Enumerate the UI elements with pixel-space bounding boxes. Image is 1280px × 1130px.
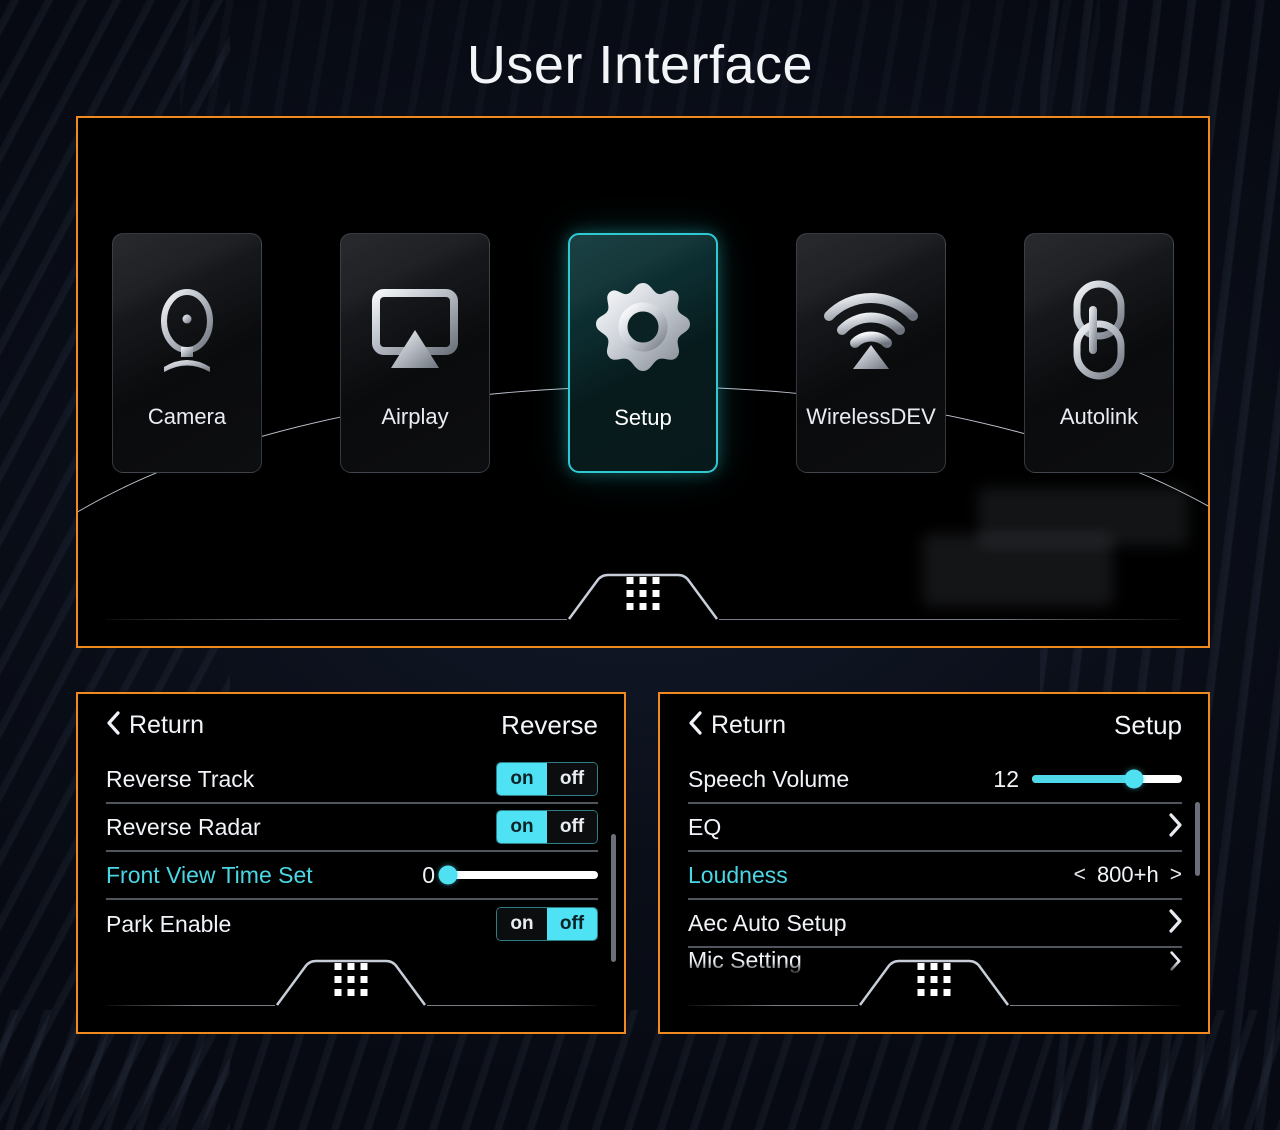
setting-label: Park Enable — [106, 910, 232, 937]
reverse-header: Return Reverse — [78, 694, 624, 756]
setting-row-front-view-time-set[interactable]: Front View Time Set 0 — [106, 852, 598, 900]
toggle-off-segment[interactable]: off — [547, 811, 597, 843]
toggle-park-enable[interactable]: on off — [496, 907, 598, 941]
chevron-right-icon[interactable] — [1168, 812, 1182, 842]
app-tile-label: WirelessDEV — [806, 404, 936, 429]
camera-icon — [150, 278, 224, 382]
chevron-left-icon — [106, 710, 120, 740]
home-dock — [78, 572, 1208, 646]
slider-value: 12 — [993, 765, 1019, 792]
setup-header: Return Setup — [660, 694, 1208, 756]
toggle-off-segment[interactable]: off — [547, 908, 597, 940]
setting-label: Front View Time Set — [106, 861, 313, 888]
stepper-value: 800+h — [1096, 862, 1159, 887]
setting-control: 0 — [409, 862, 598, 889]
slider-knob[interactable] — [1124, 769, 1144, 789]
setup-rows: Speech Volume 12 EQ Loudness < 800+h > A… — [660, 756, 1208, 978]
app-tile-wirelessdev[interactable]: WirelessDEV — [796, 233, 946, 473]
toggle-on-segment[interactable]: on — [497, 908, 547, 940]
setting-label: Aec Auto Setup — [688, 909, 847, 936]
screen-title: Setup — [1114, 709, 1182, 740]
app-tile-camera[interactable]: Camera — [112, 233, 262, 473]
slider-fill — [1032, 775, 1134, 783]
return-button[interactable]: Return — [106, 711, 204, 740]
app-tile-label: Camera — [147, 404, 227, 429]
reverse-rows: Reverse Track on off Reverse Radar on of… — [78, 756, 624, 948]
app-tile-label: Setup — [614, 405, 672, 430]
page-title: User Interface — [466, 35, 814, 95]
stepper-loudness[interactable]: < 800+h > — [1074, 862, 1182, 888]
setting-control: 12 — [993, 766, 1182, 793]
scrollbar-thumb[interactable] — [611, 834, 616, 962]
setting-label: EQ — [688, 813, 722, 840]
setting-row-eq[interactable]: EQ — [688, 804, 1182, 852]
setup-dock — [660, 958, 1208, 1032]
setting-row-reverse-radar[interactable]: Reverse Radar on off — [106, 804, 598, 852]
toggle-reverse-track[interactable]: on off — [496, 762, 598, 796]
stepper-prev-icon[interactable]: < — [1074, 863, 1086, 887]
setting-row-speech-volume[interactable]: Speech Volume 12 — [688, 756, 1182, 804]
screen-title: Reverse — [501, 709, 598, 740]
apps-grid-icon[interactable] — [334, 963, 368, 996]
toggle-off-segment[interactable]: off — [547, 763, 597, 795]
app-tile-autolink[interactable]: Autolink — [1024, 233, 1174, 473]
chevron-right-icon[interactable] — [1168, 908, 1182, 938]
setting-label: Loudness — [688, 861, 788, 888]
slider-speech-volume[interactable]: 12 — [993, 766, 1182, 793]
setting-label: Speech Volume — [688, 765, 850, 792]
setting-row-park-enable[interactable]: Park Enable on off — [106, 900, 598, 948]
toggle-on-segment[interactable]: on — [497, 811, 547, 843]
wifi-icon — [823, 278, 919, 382]
app-tile-setup[interactable]: Setup — [568, 233, 718, 473]
chevron-left-icon — [688, 710, 702, 740]
setting-label: Reverse Radar — [106, 813, 261, 840]
reverse-dock — [78, 958, 624, 1032]
gear-icon — [593, 279, 693, 383]
slider-knob[interactable] — [438, 865, 458, 885]
return-label: Return — [129, 710, 205, 739]
setting-control — [1168, 812, 1182, 842]
airplay-icon — [371, 278, 459, 382]
link-icon — [1070, 278, 1128, 382]
app-tile-label: Airplay — [381, 404, 449, 429]
home-screen-panel: Camera Airplay Setup WirelessDEV Autolin… — [76, 116, 1210, 648]
slider-track[interactable] — [438, 865, 598, 885]
slider-front-view-time-set[interactable]: 0 — [409, 862, 598, 889]
app-tile-label: Autolink — [1059, 404, 1139, 429]
apps-grid-icon[interactable] — [917, 963, 951, 996]
app-tile-row: Camera Airplay Setup WirelessDEV Autolin… — [78, 233, 1208, 473]
setup-settings-panel: Return Setup Speech Volume 12 EQ Loudnes… — [658, 692, 1210, 1034]
setting-control: on off — [496, 810, 598, 844]
reverse-settings-panel: Return Reverse Reverse Track on off Reve… — [76, 692, 626, 1034]
setting-row-aec-auto-setup[interactable]: Aec Auto Setup — [688, 900, 1182, 948]
setting-control: < 800+h > — [1074, 862, 1182, 888]
toggle-reverse-radar[interactable]: on off — [496, 810, 598, 844]
stepper-next-icon[interactable]: > — [1170, 863, 1182, 887]
slider-value: 0 — [422, 861, 435, 888]
toggle-on-segment[interactable]: on — [497, 763, 547, 795]
scrollbar-thumb[interactable] — [1195, 802, 1200, 876]
setting-row-loudness[interactable]: Loudness < 800+h > — [688, 852, 1182, 900]
setting-label: Reverse Track — [106, 765, 255, 792]
setting-control: on off — [496, 762, 598, 796]
return-button[interactable]: Return — [688, 711, 786, 740]
setting-control — [1168, 908, 1182, 938]
app-tile-airplay[interactable]: Airplay — [340, 233, 490, 473]
setting-row-reverse-track[interactable]: Reverse Track on off — [106, 756, 598, 804]
slider-track[interactable] — [1032, 769, 1182, 789]
apps-grid-icon[interactable] — [626, 577, 660, 610]
return-label: Return — [711, 710, 787, 739]
setting-control: on off — [496, 907, 598, 941]
